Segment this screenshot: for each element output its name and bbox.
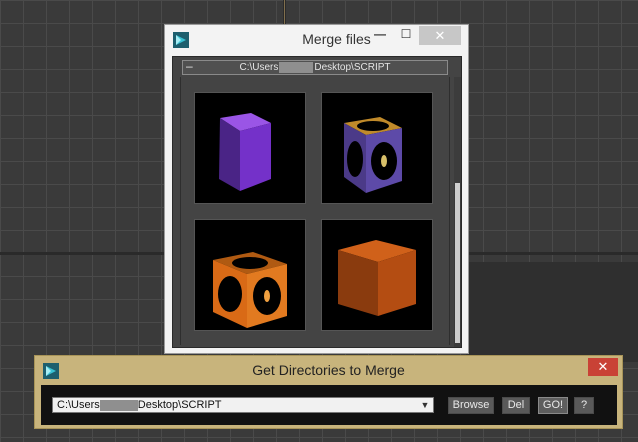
viewport-panel xyxy=(466,262,638,362)
get-directories-window: Get Directories to Merge ✕ C:\Users Deskt… xyxy=(34,355,623,429)
help-button[interactable]: ? xyxy=(574,397,594,414)
scrollbar-thumb[interactable] xyxy=(455,183,460,343)
merge-files-titlebar[interactable]: Merge files — ☐ ✕ xyxy=(165,25,468,53)
chevron-down-icon[interactable]: ▼ xyxy=(418,398,432,412)
path-prefix: C:\Users xyxy=(57,399,100,411)
cube-render-image xyxy=(338,240,416,316)
dir-close-button[interactable]: ✕ xyxy=(588,358,618,376)
cube-render-image xyxy=(344,117,402,193)
browse-button[interactable]: Browse xyxy=(448,397,494,414)
maximize-button[interactable]: ☐ xyxy=(396,26,416,45)
get-directories-title: Get Directories to Merge xyxy=(252,362,405,378)
minimize-button[interactable]: — xyxy=(370,26,390,45)
rollout-path-suffix: Desktop\SCRIPT xyxy=(314,62,391,74)
thumbnail-patterned-purple-cube[interactable] xyxy=(321,92,433,204)
thumbnail-orange-cube[interactable] xyxy=(321,219,433,331)
delete-button[interactable]: Del xyxy=(502,397,530,414)
redacted-username xyxy=(99,399,138,411)
cube-render-image xyxy=(219,113,271,191)
thumbnail-purple-cube[interactable] xyxy=(194,92,306,204)
cube-render-image xyxy=(213,252,287,328)
go-button[interactable]: GO! xyxy=(538,397,568,414)
directory-path-dropdown[interactable]: C:\Users Desktop\SCRIPT ▼ xyxy=(52,397,434,413)
redacted-username xyxy=(279,62,314,73)
merge-files-client: – C:\Users Desktop\SCRIPT xyxy=(172,56,462,348)
rollout-path-prefix: C:\Users xyxy=(239,62,279,74)
merge-files-window: Merge files — ☐ ✕ – C:\Users Desktop\SCRI… xyxy=(164,24,469,354)
rollout-header[interactable]: – C:\Users Desktop\SCRIPT xyxy=(182,59,448,75)
get-directories-client: C:\Users Desktop\SCRIPT ▼ Browse Del GO! … xyxy=(41,385,617,425)
path-suffix: Desktop\SCRIPT xyxy=(137,399,222,411)
thumbnail-patterned-orange-cube[interactable] xyxy=(194,219,306,331)
thumbnail-grid xyxy=(180,77,450,345)
merge-close-button[interactable]: ✕ xyxy=(419,26,461,45)
rollout-path-label: C:\Users Desktop\SCRIPT xyxy=(183,62,447,73)
